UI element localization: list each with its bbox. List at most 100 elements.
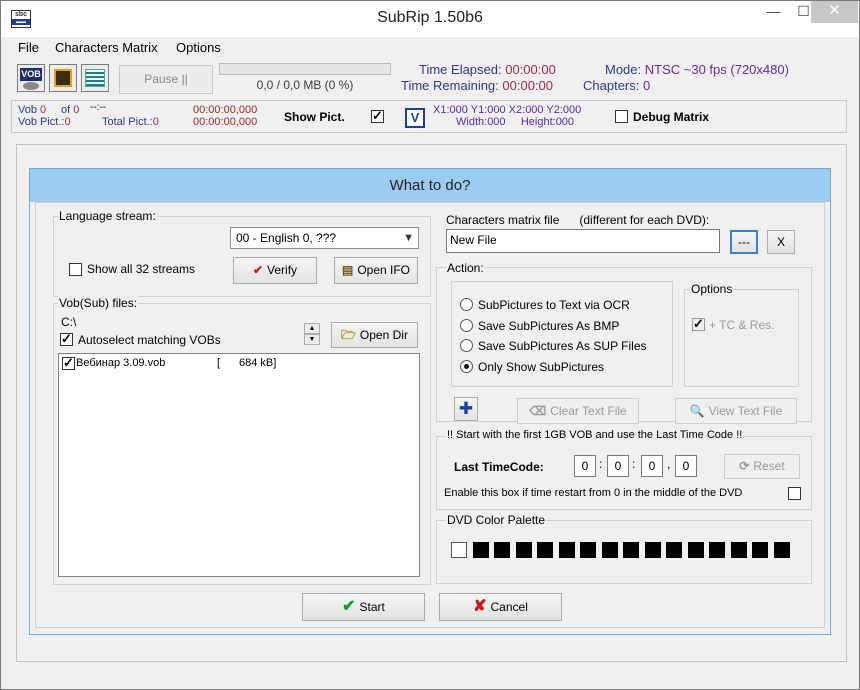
close-icon: ✘ [473,598,487,615]
radio-save-bmp-label: Save SubPictures As BMP [478,319,620,333]
clear-text-file-button[interactable]: ⌫ Clear Text File [517,398,639,424]
dialog-body: Language stream: 00 - English 0, ??? ▼ Sh… [35,202,825,628]
eraser-icon: ⌫ [529,404,547,418]
timecode-seconds[interactable]: 0 [641,455,663,477]
file-bracket: [ [217,357,221,369]
vob-files-list[interactable]: Вебинар 3.09.vob [684 kB] [58,353,420,577]
list-item[interactable]: Вебинар 3.09.vob [684 kB] [59,354,419,372]
vob-label: Vob 0 [18,104,47,116]
timecode-minutes[interactable]: 0 [607,455,629,477]
start-button[interactable]: ✔ Start [302,593,425,621]
palette-color-swatch[interactable] [773,542,790,558]
palette-color-swatch[interactable] [623,542,639,558]
radio-save-sup[interactable] [460,339,473,352]
clear-matrix-button[interactable]: X [767,230,795,254]
debug-matrix-checkbox[interactable] [615,110,628,123]
checkmark-icon: ✔ [342,598,356,615]
time-end: 00:00:00,000 [193,116,258,128]
palette-color-swatch[interactable] [687,542,704,558]
chapters-info: Chapters: 0 [583,78,651,93]
show-all-streams-checkbox[interactable] [69,263,82,276]
checkmark-icon: ✔ [252,263,264,277]
restart-label: Enable this box if time restart from 0 i… [444,487,743,499]
cancel-button[interactable]: ✘ Cancel [439,593,562,621]
coords-row1: X1:000 Y1:000 X2:000 Y2:000 [433,104,582,116]
timecode-sep: : [632,457,636,471]
file-checkbox[interactable] [62,355,75,371]
spin-up-button[interactable]: ▲ [304,323,320,334]
close-button[interactable]: ✕ [811,1,858,23]
menu-characters-matrix[interactable]: Characters Matrix [55,40,158,55]
show-pict-label: Show Pict. [284,110,345,124]
folder-icon: 🗁 [341,328,356,342]
show-pict-checkbox[interactable] [371,108,384,124]
palette-color-swatch[interactable] [494,542,510,558]
palette-color-swatch[interactable] [709,542,725,558]
title-bar: sbc ▬▬ SubRip 1.50b6 — ☐ ✕ [1,1,859,37]
open-ifo-button[interactable]: ▤ Open IFO [334,257,418,284]
palette-color-swatch[interactable] [515,542,532,558]
time-elapsed: Time Elapsed: 00:00:00 [419,62,556,77]
palette-color-swatch[interactable] [472,542,489,558]
autoselect-label: Autoselect matching VOBs [78,333,221,347]
restart-checkbox[interactable] [788,487,801,500]
radio-save-bmp[interactable] [460,319,473,332]
vob-files-label: Vob(Sub) files: [58,296,139,310]
language-stream-select[interactable]: 00 - English 0, ??? ▼ [230,227,419,249]
timecode-frames[interactable]: 0 [675,455,697,477]
palette-color-swatch[interactable] [730,542,747,558]
show-all-streams-label: Show all 32 streams [87,262,196,276]
browse-matrix-button[interactable]: --- [730,230,758,254]
file-name: Вебинар 3.09.vob [76,357,166,369]
matrix-file-input[interactable]: New File [446,229,720,253]
view-text-file-button[interactable]: 🔍 View Text File [675,398,797,424]
vob-pict: Vob Pict.:0 [18,116,71,128]
tc-res-checkbox[interactable] [692,316,705,332]
window-title: SubRip 1.50b6 [377,9,483,26]
autoselect-checkbox[interactable] [60,331,73,347]
progress-bar [219,63,391,75]
pause-button[interactable]: Pause || [119,65,213,94]
v-button[interactable]: V [405,108,425,128]
dash-value: --:-- [90,102,107,113]
radio-only-show[interactable] [460,360,473,373]
palette-color-swatch[interactable] [451,542,467,558]
tc-res-label: + TC & Res. [709,318,775,332]
palette-color-swatch[interactable] [666,542,682,558]
palette-color-swatch[interactable] [601,542,618,558]
matrix-label: Characters matrix file (different for ea… [446,213,710,227]
verify-button[interactable]: ✔ Verify [233,257,317,284]
radio-only-show-label: Only Show SubPictures [478,360,605,374]
magnifier-icon: 🔍 [689,404,705,418]
mode-info: Mode: NTSC ~30 fps (720x480) [605,62,789,77]
time-remaining: Time Remaining: 00:00:00 [401,78,554,93]
palette-label: DVD Color Palette [446,513,547,527]
menu-file[interactable]: File [18,40,39,55]
palette-color-swatch[interactable] [752,542,768,558]
palette-color-swatch[interactable] [580,542,596,558]
vob-icon[interactable]: VOB [17,64,45,92]
dialog-title: What to do? [30,169,830,202]
puzzle-icon[interactable]: ✚ [454,397,478,421]
timecode-sep: : [599,457,603,471]
menu-bar: File Characters Matrix Options [1,38,859,58]
palette-color-swatch[interactable] [558,542,575,558]
film-icon[interactable] [49,64,77,92]
radio-ocr-label: SubPictures to Text via OCR [478,298,630,312]
menu-options[interactable]: Options [176,40,221,55]
reset-button[interactable]: ⟳ Reset [724,454,800,479]
timecode-hours[interactable]: 0 [574,455,596,477]
text-matrix-icon[interactable] [81,64,109,92]
palette-color-swatch[interactable] [644,542,661,558]
spin-down-button[interactable]: ▼ [304,334,320,345]
document-icon: ▤ [341,263,354,277]
main-window: sbc ▬▬ SubRip 1.50b6 — ☐ ✕ File Character… [0,0,860,690]
palette-color-swatch[interactable] [537,542,553,558]
action-label: Action: [446,261,485,275]
radio-ocr[interactable] [460,298,473,311]
open-dir-button[interactable]: 🗁 Open Dir [331,322,418,348]
color-palette [451,542,801,560]
what-to-do-dialog: What to do? Language stream: 00 - Englis… [29,168,831,635]
progress-text: 0,0 / 0,0 MB (0 %) [256,78,354,92]
minimize-button[interactable]: — [759,1,788,23]
